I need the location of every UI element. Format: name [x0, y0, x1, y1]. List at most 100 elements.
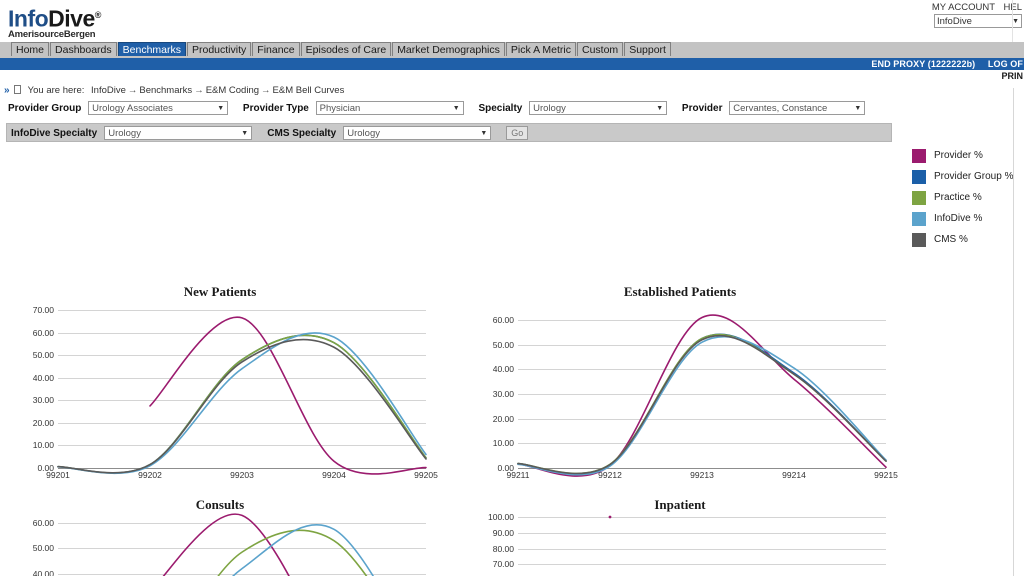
header-divider	[1012, 0, 1013, 42]
registered-trademark-icon: ®	[94, 10, 102, 20]
tab-episodes-of-care[interactable]: Episodes of Care	[300, 42, 392, 56]
y-axis-tick-label: 80.00	[492, 543, 514, 554]
legend-item: Provider %	[912, 145, 1013, 166]
plot-area: 0.0010.0020.0030.0040.0050.0060.0070.008…	[488, 513, 886, 576]
y-axis-tick-label: 90.00	[492, 527, 514, 538]
y-axis-tick-label: 10.00	[492, 438, 514, 449]
series-line-cms-%	[517, 334, 887, 475]
logo-text-dive: Dive	[48, 5, 95, 32]
provider-label: Provider	[681, 103, 723, 114]
plot-area: 0.0010.0020.0030.0040.0050.0060.00992419…	[33, 513, 426, 576]
y-axis-tick-label: 70.00	[492, 559, 514, 570]
tab-custom[interactable]: Custom	[577, 42, 624, 56]
breadcrumb-item[interactable]: Benchmarks	[139, 85, 192, 96]
cms-specialty-value: Urology	[347, 128, 380, 140]
double-chevron-icon: »	[4, 85, 10, 96]
tab-support[interactable]: Support	[624, 42, 671, 56]
chart-title: New Patients	[183, 284, 257, 299]
breadcrumb-item[interactable]: InfoDive	[91, 85, 126, 96]
series-layer	[162, 513, 375, 576]
log-off-link[interactable]: LOG OF	[988, 59, 1023, 69]
series-line-practice-%	[57, 334, 427, 474]
chart-established-patients: Established Patients 0.00 10.00 20.00 30.00 4…	[470, 284, 898, 479]
legend-color-swatch	[912, 148, 926, 163]
y-axis-tick-label: 50.00	[32, 543, 54, 554]
provider-value: Cervantes, Constance	[733, 103, 828, 115]
infodive-specialty-select[interactable]: Urology ▼	[104, 126, 253, 141]
tab-dashboards[interactable]: Dashboards	[50, 42, 117, 56]
provider-select[interactable]: Cervantes, Constance ▼	[729, 101, 866, 116]
chevron-down-icon: ▼	[452, 105, 460, 113]
breadcrumb-item[interactable]: E&M Coding	[206, 85, 259, 96]
chart-consults: Consults0.0010.0020.0030.0040.0050.0060.…	[10, 497, 430, 576]
chevron-down-icon: ▼	[1012, 18, 1019, 25]
y-axis-tick-label: 10.00	[32, 440, 54, 451]
chevron-down-icon: ▼	[217, 105, 225, 113]
legend-label: Practice %	[934, 192, 982, 203]
y-axis-tick-label: 30.00	[492, 388, 514, 399]
series-line-provider-%	[162, 513, 290, 576]
tab-benchmarks[interactable]: Benchmarks	[117, 42, 186, 56]
legend-item: Provider Group %	[912, 166, 1013, 187]
print-link[interactable]: PRIN	[1001, 71, 1023, 81]
logo-subtitle: AmerisourceBergen	[8, 28, 96, 40]
y-axis-tick-label: 60.00	[32, 327, 54, 338]
infodive-specialty-value: Urology	[108, 128, 141, 140]
breadcrumb: » You are here: InfoDive → Benchmarks → E&M …	[0, 82, 1024, 99]
right-panel-divider	[1013, 88, 1014, 576]
my-account-link[interactable]: MY ACCOUNT	[932, 2, 995, 13]
print-row: PRIN	[0, 70, 1024, 82]
chevron-down-icon: ▼	[854, 105, 862, 113]
cms-specialty-select[interactable]: Urology ▼	[343, 126, 492, 141]
chart-title: Inpatient	[654, 497, 706, 512]
specialty-select[interactable]: Urology ▼	[529, 101, 668, 116]
series-layer	[608, 515, 612, 519]
chart-title: Established Patients	[623, 284, 737, 299]
legend-color-swatch	[912, 190, 926, 205]
y-axis-tick-label: 40.00	[32, 568, 54, 576]
provider-group-select[interactable]: Urology Associates ▼	[88, 101, 229, 116]
provider-group-label: Provider Group	[8, 103, 82, 114]
x-axis-line	[58, 468, 426, 469]
x-axis-tick-label: 99212	[598, 470, 622, 480]
tab-pick-a-metric[interactable]: Pick A Metric	[505, 42, 576, 56]
tab-productivity[interactable]: Productivity	[187, 42, 252, 56]
x-axis-tick-label: 99201	[46, 470, 70, 480]
go-button[interactable]: Go	[506, 126, 529, 141]
y-axis-tick-label: 40.00	[32, 372, 54, 383]
filter-row-secondary: InfoDive Specialty Urology ▼ CMS Special…	[6, 123, 892, 142]
end-proxy-link[interactable]: END PROXY (1222222b)	[871, 59, 975, 69]
provider-type-select[interactable]: Physician ▼	[315, 101, 464, 116]
legend-color-swatch	[912, 169, 926, 184]
legend-label: Provider Group %	[934, 171, 1014, 182]
legend-color-swatch	[912, 232, 926, 247]
y-axis-tick-label: 30.00	[32, 395, 54, 406]
y-axis-tick-label: 20.00	[492, 413, 514, 424]
y-axis-tick-label: 60.00	[32, 517, 54, 528]
legend-label: Provider %	[934, 150, 983, 161]
y-axis-tick-label: 40.00	[492, 364, 514, 375]
infodive-logo: InfoDive® AmerisourceBergen	[8, 3, 101, 40]
y-axis-tick-label: 20.00	[32, 417, 54, 428]
cms-specialty-label: CMS Specialty	[267, 128, 337, 139]
tab-market-demographics[interactable]: Market Demographics	[392, 42, 505, 56]
logo-text-info: Info	[8, 5, 49, 32]
specialty-label: Specialty	[478, 103, 523, 114]
tab-home[interactable]: Home	[11, 42, 50, 56]
y-axis-tick-label: 100.00	[488, 511, 514, 522]
chart-inpatient: Inpatient0.0010.0020.0030.0040.0050.0060…	[470, 497, 890, 576]
breadcrumb-prefix: You are here:	[27, 85, 85, 96]
y-axis-tick-label: 70.00	[32, 304, 54, 315]
tab-finance[interactable]: Finance	[252, 42, 300, 56]
x-axis-tick-label: 99214	[782, 470, 806, 480]
x-axis-tick-label: 99205	[414, 470, 438, 480]
breadcrumb-item[interactable]: E&M Bell Curves	[273, 85, 345, 96]
page-header: InfoDive® AmerisourceBergen MY ACCOUNT H…	[0, 0, 1024, 42]
filter-row-primary: Provider Group Urology Associates ▼ Prov…	[0, 99, 1024, 119]
y-axis-tick-label: 60.00	[492, 314, 514, 325]
account-select[interactable]: InfoDive ▼	[934, 14, 1022, 28]
legend-label: InfoDive %	[934, 213, 983, 224]
account-links: MY ACCOUNT HEL	[926, 2, 1022, 13]
legend-item: InfoDive %	[912, 208, 1013, 229]
plot-area: 0.00 10.00 20.00 30.00 40.00 50.00 60.00 99211 9…	[493, 314, 898, 479]
